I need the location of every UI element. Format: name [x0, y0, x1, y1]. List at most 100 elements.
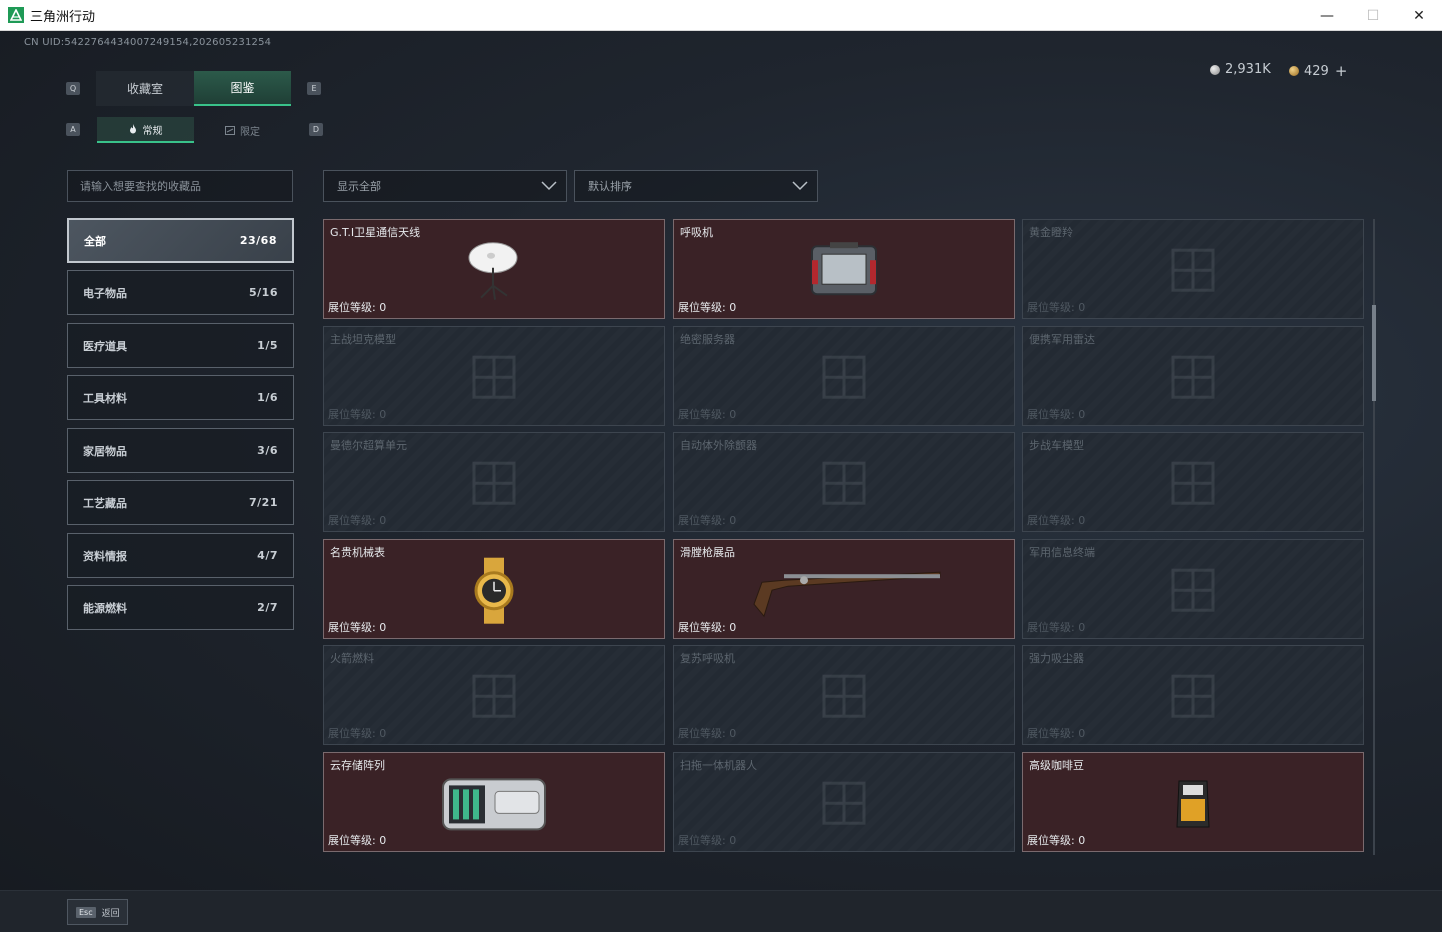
collection-card[interactable]: 复苏呼吸机展位等级: 0	[673, 645, 1015, 745]
window-controls: — ☐ ✕	[1304, 0, 1442, 31]
card-name: 高级咖啡豆	[1029, 759, 1084, 772]
category-label: 工具材料	[83, 391, 127, 405]
collection-card[interactable]: 扫拖一体机器人 展位等级: 0	[673, 752, 1015, 852]
back-button[interactable]: Esc 返回	[67, 899, 128, 925]
card-level: 展位等级: 0	[678, 301, 737, 314]
rocket-fuel-icon	[464, 666, 524, 730]
card-name: 复苏呼吸机	[680, 652, 735, 665]
category-item[interactable]: 资料情报 4/7	[67, 533, 294, 578]
silver-amount: 2,931K	[1225, 62, 1271, 77]
collection-card[interactable]: 火箭燃料 展位等级: 0	[323, 645, 665, 745]
tank-model-icon	[464, 347, 524, 411]
card-level: 展位等级: 0	[678, 514, 737, 527]
ifv-model-icon	[1163, 453, 1223, 517]
category-count: 4/7	[257, 549, 278, 562]
card-level: 展位等级: 0	[328, 727, 387, 740]
filter-dropdown-label: 显示全部	[337, 180, 381, 193]
category-label: 资料情报	[83, 549, 127, 563]
card-level: 展位等级: 0	[328, 621, 387, 634]
silver-coin-icon	[1210, 64, 1220, 75]
subtab-limited-label: 限定	[240, 126, 260, 138]
category-item[interactable]: 全部 23/68	[67, 218, 294, 263]
filter-dropdown[interactable]: 显示全部	[323, 170, 567, 202]
collection-card[interactable]: 高级咖啡豆 展位等级: 0	[1022, 752, 1364, 852]
category-item[interactable]: 家居物品 3/6	[67, 428, 294, 473]
category-count: 5/16	[249, 286, 278, 299]
musket-icon	[744, 560, 944, 624]
category-label: 电子物品	[83, 286, 127, 300]
collection-card[interactable]: 自动体外除颤器 展位等级: 0	[673, 432, 1015, 532]
card-level: 展位等级: 0	[328, 408, 387, 421]
card-name: 强力吸尘器	[1029, 652, 1084, 665]
subtab-prev-key: A	[66, 123, 80, 136]
collection-card[interactable]: 滑膛枪展品 展位等级: 0	[673, 539, 1015, 639]
close-button[interactable]: ✕	[1396, 0, 1442, 31]
collection-card[interactable]: 黄金瞪羚 展位等级: 0	[1022, 219, 1364, 319]
defibrillator-icon	[814, 453, 874, 517]
card-name: 军用信息终端	[1029, 546, 1095, 559]
server-icon	[814, 347, 874, 411]
card-name: 便携军用雷达	[1029, 333, 1095, 346]
card-level: 展位等级: 0	[1027, 727, 1086, 740]
card-name: 绝密服务器	[680, 333, 735, 346]
collection-card[interactable]: 步战车模型 展位等级: 0	[1022, 432, 1364, 532]
card-level: 展位等级: 0	[678, 727, 737, 740]
collection-card[interactable]: 便携军用雷达 展位等级: 0	[1022, 326, 1364, 426]
subtab-regular[interactable]: 常规	[97, 117, 194, 143]
card-name: G.T.I卫星通信天线	[330, 226, 421, 239]
minimize-button[interactable]: —	[1304, 0, 1350, 31]
category-item[interactable]: 能源燃料 2/7	[67, 585, 294, 630]
category-item[interactable]: 电子物品 5/16	[67, 270, 294, 315]
category-count: 23/68	[239, 234, 277, 247]
category-count: 1/5	[257, 339, 278, 352]
limited-icon	[225, 125, 235, 135]
maximize-button[interactable]: ☐	[1350, 0, 1396, 31]
search-input[interactable]: 请输入想要查找的收藏品	[67, 170, 293, 202]
collection-card[interactable]: G.T.I卫星通信天线 展位等级: 0	[323, 219, 665, 319]
card-name: 名贵机械表	[330, 546, 385, 559]
supercomputer-icon	[464, 453, 524, 517]
add-currency-button[interactable]: +	[1335, 62, 1348, 80]
sort-dropdown-label: 默认排序	[588, 180, 632, 193]
collection-card[interactable]: 强力吸尘器展位等级: 0	[1022, 645, 1364, 745]
card-level: 展位等级: 0	[1027, 408, 1086, 421]
category-item[interactable]: 工艺藏品 7/21	[67, 480, 294, 525]
window-title: 三角洲行动	[30, 9, 96, 25]
category-item[interactable]: 工具材料 1/6	[67, 375, 294, 420]
radar-icon	[1163, 347, 1223, 411]
storage-array-icon	[439, 771, 549, 839]
category-count: 2/7	[257, 601, 278, 614]
card-name: 自动体外除颤器	[680, 439, 757, 452]
subtab-limited[interactable]: 限定	[194, 117, 291, 143]
card-level: 展位等级: 0	[328, 301, 387, 314]
collection-card[interactable]: 云存储阵列 展位等级: 0	[323, 752, 665, 852]
collection-card[interactable]: 呼吸机展位等级: 0	[673, 219, 1015, 319]
esc-key-badge: Esc	[76, 906, 96, 918]
category-count: 1/6	[257, 391, 278, 404]
sort-dropdown[interactable]: 默认排序	[574, 170, 818, 202]
flame-icon	[129, 124, 136, 134]
tab-collection-room[interactable]: 收藏室	[96, 71, 194, 106]
gold-amount: 429	[1304, 63, 1329, 79]
collection-card[interactable]: 军用信息终端 展位等级: 0	[1022, 539, 1364, 639]
main-area: CN UID:5422764434007249154,202605231254 …	[0, 31, 1442, 932]
coffee-beans-icon	[1173, 775, 1213, 835]
collection-card[interactable]: 名贵机械表展位等级: 0	[323, 539, 665, 639]
gazelle-statue-icon	[1163, 240, 1223, 304]
watch-icon	[464, 556, 524, 630]
collection-card[interactable]: 绝密服务器 展位等级: 0	[673, 326, 1015, 426]
resuscitator-icon	[814, 666, 874, 730]
card-name: 呼吸机	[680, 226, 713, 239]
chevron-down-icon	[541, 181, 557, 191]
collection-card[interactable]: 曼德尔超算单元 展位等级: 0	[323, 432, 665, 532]
card-level: 展位等级: 0	[678, 621, 737, 634]
category-item[interactable]: 医疗道具 1/5	[67, 323, 294, 368]
tab-prev-key: Q	[66, 82, 80, 95]
silver-currency: 2,931K	[1210, 62, 1271, 77]
tab-codex[interactable]: 图鉴	[194, 71, 291, 106]
category-count: 3/6	[257, 444, 278, 457]
scrollbar-thumb[interactable]	[1372, 305, 1376, 401]
ventilator-icon	[808, 240, 880, 304]
robot-vacuum-icon	[814, 773, 874, 837]
collection-card[interactable]: 主战坦克模型 展位等级: 0	[323, 326, 665, 426]
